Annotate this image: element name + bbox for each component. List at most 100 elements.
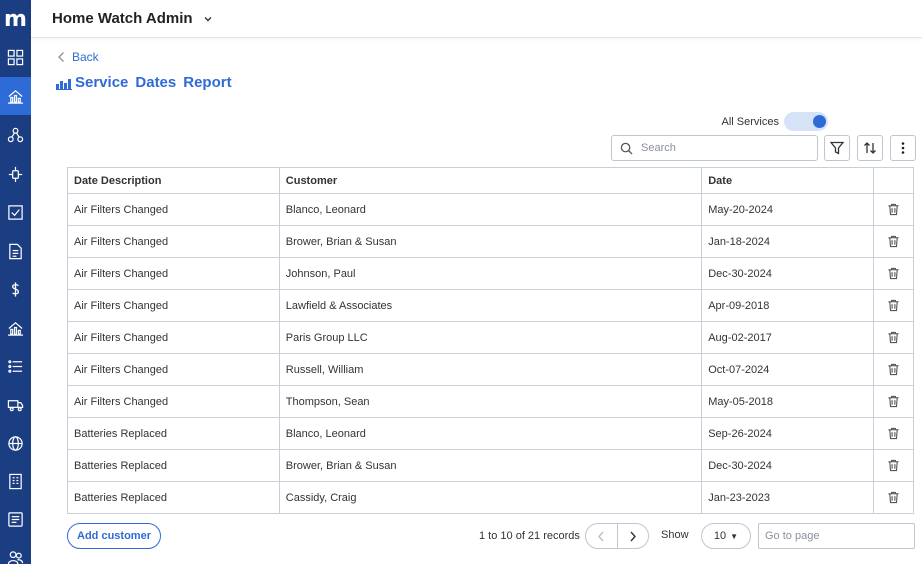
checkbox-icon	[8, 204, 23, 220]
table-row[interactable]: Air Filters Changed Johnson, Paul Dec-30…	[67, 257, 914, 290]
cell-date: May-05-2018	[701, 385, 874, 418]
records-count: 1 to 10 of 21 records	[479, 530, 580, 542]
cell-date: Oct-07-2024	[701, 353, 874, 386]
sidebar-item-properties[interactable]	[0, 462, 31, 500]
table-header-row: Date Description Customer Date	[67, 167, 914, 194]
table-row[interactable]: Batteries Replaced Brower, Brian & Susan…	[67, 449, 914, 482]
column-header-date[interactable]: Date	[701, 167, 874, 194]
page-title: Service Dates Report	[56, 74, 239, 91]
next-page-button[interactable]	[616, 524, 648, 548]
pagination	[585, 523, 649, 549]
prev-page-button[interactable]	[586, 524, 617, 548]
filter-button[interactable]	[824, 135, 850, 161]
table-row[interactable]: Air Filters Changed Lawfield & Associate…	[67, 289, 914, 322]
page-title-word: Service	[75, 74, 129, 91]
filter-icon	[830, 141, 844, 155]
house-chart-icon	[7, 321, 24, 336]
back-link[interactable]: Back	[57, 50, 99, 64]
cell-date: Sep-26-2024	[701, 417, 874, 450]
sidebar-item-users[interactable]	[0, 538, 31, 564]
top-header: Home Watch Admin	[31, 0, 922, 38]
caret-down-icon: ▼	[730, 531, 739, 541]
cell-description: Air Filters Changed	[67, 193, 280, 226]
delete-row-button[interactable]	[873, 321, 914, 354]
network-icon	[7, 127, 24, 142]
chevron-left-icon	[598, 531, 605, 541]
more-options-button[interactable]	[890, 135, 916, 161]
chevron-right-icon	[630, 531, 636, 541]
trash-icon	[888, 427, 899, 440]
dollar-icon	[12, 281, 19, 297]
sidebar-item-service-dates[interactable]	[0, 77, 31, 115]
users-icon	[7, 550, 24, 564]
table-row[interactable]: Air Filters Changed Blanco, Leonard May-…	[67, 193, 914, 226]
notes-icon	[8, 511, 23, 527]
sidebar-item-notes[interactable]	[0, 500, 31, 538]
sidebar-item-tasks[interactable]	[0, 193, 31, 231]
sidebar-item-sprinkler[interactable]	[0, 155, 31, 193]
sidebar-item-network[interactable]	[0, 116, 31, 154]
dashboard-icon	[7, 49, 24, 65]
trash-icon	[888, 299, 899, 312]
cell-customer: Russell, William	[278, 353, 703, 386]
delete-row-button[interactable]	[873, 385, 914, 418]
page-title-word: Report	[183, 74, 232, 91]
sidebar-item-global[interactable]	[0, 424, 31, 462]
delete-row-button[interactable]	[873, 417, 914, 450]
cell-description: Air Filters Changed	[67, 289, 280, 322]
delete-row-button[interactable]	[873, 449, 914, 482]
page-size-select[interactable]: 10 ▼	[701, 523, 751, 549]
trash-icon	[888, 267, 899, 280]
page-title-word: Dates	[135, 74, 177, 91]
sidebar-item-billing[interactable]	[0, 270, 31, 308]
add-customer-button[interactable]: Add customer	[67, 523, 161, 549]
sidebar-item-dashboard[interactable]	[0, 38, 31, 76]
table-row[interactable]: Air Filters Changed Paris Group LLC Aug-…	[67, 321, 914, 354]
cell-customer: Lawfield & Associates	[278, 289, 703, 322]
go-to-page-input[interactable]	[758, 523, 915, 549]
cell-date: Dec-30-2024	[701, 449, 874, 482]
table-row[interactable]: Air Filters Changed Russell, William Oct…	[67, 353, 914, 386]
delete-row-button[interactable]	[873, 257, 914, 290]
delete-row-button[interactable]	[873, 193, 914, 226]
back-label: Back	[72, 50, 99, 64]
cell-date: Apr-09-2018	[701, 289, 874, 322]
search-input[interactable]	[641, 142, 811, 154]
cell-date: May-20-2024	[701, 193, 874, 226]
app-logo[interactable]: m	[0, 0, 31, 38]
document-icon	[9, 243, 22, 259]
more-vertical-icon	[901, 142, 905, 154]
trash-icon	[888, 363, 899, 376]
table-row[interactable]: Batteries Replaced Blanco, Leonard Sep-2…	[67, 417, 914, 450]
app-title[interactable]: Home Watch Admin	[52, 10, 193, 27]
delete-row-button[interactable]	[873, 289, 914, 322]
search-box[interactable]	[611, 135, 818, 161]
cell-date: Jan-18-2024	[701, 225, 874, 258]
table-row[interactable]: Batteries Replaced Cassidy, Craig Jan-23…	[67, 481, 914, 514]
cell-description: Batteries Replaced	[67, 481, 280, 514]
table-row[interactable]: Air Filters Changed Thompson, Sean May-0…	[67, 385, 914, 418]
sidebar-item-vehicles[interactable]	[0, 385, 31, 423]
table-row[interactable]: Air Filters Changed Brower, Brian & Susa…	[67, 225, 914, 258]
sidebar-item-list[interactable]	[0, 347, 31, 385]
column-header-date-description[interactable]: Date Description	[67, 167, 280, 194]
house-chart-icon	[7, 89, 24, 104]
column-header-customer[interactable]: Customer	[278, 167, 703, 194]
truck-icon	[7, 399, 24, 411]
delete-row-button[interactable]	[873, 353, 914, 386]
all-services-toggle[interactable]	[784, 112, 828, 131]
cell-customer: Thompson, Sean	[278, 385, 703, 418]
trash-icon	[888, 235, 899, 248]
delete-row-button[interactable]	[873, 225, 914, 258]
chevron-down-icon[interactable]	[203, 14, 213, 24]
cell-date: Aug-02-2017	[701, 321, 874, 354]
delete-row-button[interactable]	[873, 481, 914, 514]
sidebar: m	[0, 0, 31, 564]
sidebar-item-reports[interactable]	[0, 309, 31, 347]
cell-customer: Blanco, Leonard	[278, 193, 703, 226]
sidebar-item-documents[interactable]	[0, 232, 31, 270]
service-dates-table: Date Description Customer Date Air Filte…	[67, 167, 914, 514]
building-icon	[9, 473, 22, 489]
cell-description: Air Filters Changed	[67, 385, 280, 418]
sort-button[interactable]	[857, 135, 883, 161]
